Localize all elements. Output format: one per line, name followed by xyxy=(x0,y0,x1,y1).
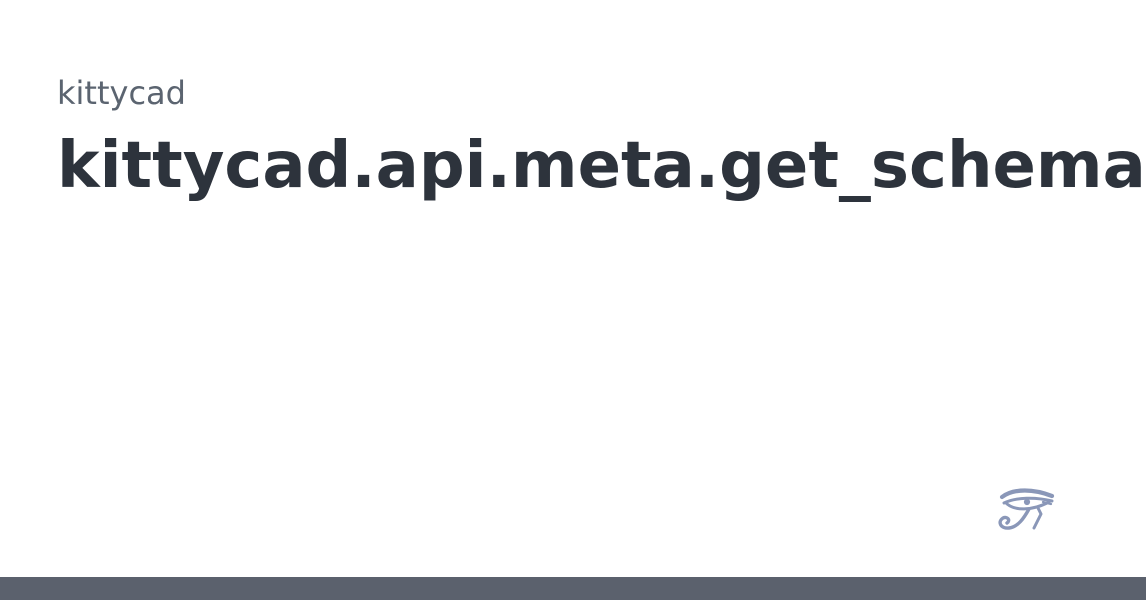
preview-card: kittycad kittycad.api.meta.get_schema xyxy=(0,0,1146,600)
eye-of-horus-icon xyxy=(998,488,1055,530)
footer-bar xyxy=(0,577,1146,600)
symbol-title: kittycad.api.meta.get_schema xyxy=(57,129,1146,203)
module-name: kittycad xyxy=(57,74,186,112)
